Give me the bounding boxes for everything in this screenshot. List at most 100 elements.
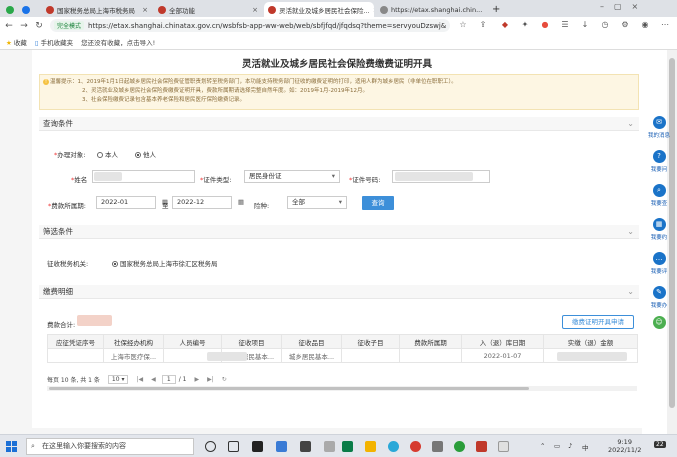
side-check[interactable]: ⌕ 我要查 <box>645 184 673 207</box>
address-bar[interactable]: 完全模式 https://etax.shanghai.chinatax.gov.… <box>50 19 450 32</box>
calendar-icon: ▦ <box>652 218 666 231</box>
redacted-name <box>94 172 122 181</box>
radio-button-selected[interactable] <box>135 152 141 158</box>
more-icon[interactable]: ⋯ <box>660 20 670 30</box>
forward-icon[interactable]: → <box>18 21 30 31</box>
close-tab-icon[interactable]: × <box>139 6 148 14</box>
tax-logo-icon <box>268 5 276 14</box>
side-my-messages[interactable]: ✉ 我的消息 <box>645 116 673 139</box>
assistant-robot-icon[interactable]: ☺ <box>645 316 673 331</box>
profile-icon[interactable]: ◉ <box>640 20 650 30</box>
insurance-label: 险种: <box>254 202 270 210</box>
bookmark-import[interactable]: 您还没有收藏，点击导入! <box>81 37 155 47</box>
tab-etax[interactable]: https://etax.shanghai.chin...× <box>376 2 484 17</box>
question-icon: ? <box>652 150 666 163</box>
reload-icon[interactable]: ↻ <box>33 21 45 31</box>
star-icon: ★ <box>6 38 12 47</box>
app-icon[interactable] <box>432 441 443 452</box>
task-view-icon[interactable] <box>228 441 239 452</box>
notification-badge[interactable]: 22 <box>654 441 666 448</box>
close-tab-icon[interactable]: × <box>370 6 374 14</box>
doc-no-label: *证件号码: <box>349 176 381 184</box>
bookmarks-bar: ★ 收藏 ▯ 手机收藏夹 您还没有收藏，点击导入! <box>0 34 677 50</box>
period-label: *费款所属期: <box>48 202 86 210</box>
new-tab-button[interactable]: + <box>488 2 500 17</box>
record-icon[interactable]: ● <box>540 20 550 30</box>
app-icon[interactable] <box>498 441 509 452</box>
dropdown-arrow-icon: ▾ <box>331 172 335 180</box>
period-to-input[interactable]: 2022-12 ▦ <box>172 196 244 209</box>
security-badge[interactable]: 完全模式 <box>54 21 85 30</box>
browser-icon[interactable] <box>454 441 465 452</box>
collections-icon[interactable]: ☰ <box>560 20 570 30</box>
period-separator: 至 <box>162 202 169 210</box>
history-icon[interactable]: ◷ <box>600 20 610 30</box>
browser-icon[interactable] <box>410 441 421 452</box>
doc-type-select[interactable]: 居民身份证 ▾ <box>244 170 340 183</box>
puzzle-icon[interactable]: ✦ <box>520 20 530 30</box>
file-explorer-icon[interactable] <box>365 441 376 452</box>
dropdown-arrow-icon: ▾ <box>338 198 342 206</box>
radio-other[interactable]: 他人 <box>135 149 156 159</box>
chevron-down-icon[interactable]: ⌄ <box>627 117 634 131</box>
tab-tax-bureau[interactable]: 国家税务总局上海市税务局 × <box>42 2 152 17</box>
share-icon[interactable]: ⇪ <box>478 20 488 30</box>
search-icon: ⌕ <box>31 442 35 450</box>
notice-line: 2、灵活就业及城乡居民社会保险费缴费证明开具，费款所属期请选择完整自然年度。如：… <box>82 88 368 94</box>
edit-icon: ✎ <box>652 286 666 299</box>
chevron-up-icon[interactable]: ⌃ <box>540 442 545 450</box>
tab-social-insurance[interactable]: 灵活就业及城乡居民社会保险...× <box>264 2 374 17</box>
url-text[interactable]: https://etax.shanghai.chinatax.gov.cn/ws… <box>88 22 446 30</box>
radio-button[interactable] <box>97 152 103 158</box>
period-from-input[interactable]: 2022-01 ▦ <box>96 196 168 209</box>
app-icon[interactable] <box>276 441 287 452</box>
star-icon[interactable]: ☆ <box>458 20 468 30</box>
bookmark-mobile[interactable]: ▯ 手机收藏夹 <box>35 37 73 47</box>
app-icon[interactable] <box>476 441 487 452</box>
cortana-icon[interactable] <box>205 441 216 452</box>
phone-icon: ▯ <box>34 38 39 47</box>
app-icon[interactable] <box>342 441 353 452</box>
edge-icon[interactable] <box>388 441 399 452</box>
redacted-id <box>395 172 473 181</box>
ime-icon[interactable]: 中 <box>582 442 589 452</box>
app-icon[interactable] <box>324 441 335 452</box>
download-icon[interactable]: ↓ <box>580 20 590 30</box>
close-tab-icon[interactable]: × <box>249 6 258 14</box>
taskbar-search-input[interactable]: ⌕ 在这里输入你要搜索的内容 <box>26 438 194 455</box>
radio-self[interactable]: 本人 <box>97 149 118 159</box>
extension-icon[interactable]: ◆ <box>500 20 510 30</box>
target-label: *办理对象: <box>54 151 86 159</box>
app-icon[interactable] <box>300 441 311 452</box>
side-review[interactable]: … 我要评 <box>645 252 673 275</box>
bookmark-favorites[interactable]: ★ 收藏 <box>6 37 27 47</box>
back-icon[interactable]: ← <box>3 21 15 31</box>
query-section-header[interactable]: 查询条件 ⌄ <box>39 117 639 131</box>
window-controls[interactable]: –▢× <box>600 2 648 11</box>
insurance-select[interactable]: 全部 ▾ <box>287 196 347 209</box>
close-tab-icon[interactable]: × <box>482 6 484 14</box>
search-icon: ⌕ <box>652 184 666 197</box>
page-icon <box>380 5 388 14</box>
info-icon: ! <box>43 79 49 85</box>
tax-logo-icon <box>46 5 54 14</box>
network-icon[interactable]: ▭ <box>554 442 560 450</box>
side-handle[interactable]: ✎ 我要办 <box>645 286 673 309</box>
query-button[interactable]: 查询 <box>362 196 394 210</box>
app-icon[interactable] <box>252 441 263 452</box>
name-label: *姓名 <box>71 176 88 184</box>
volume-icon[interactable]: ♪ <box>568 442 572 450</box>
browser-menu-icon[interactable] <box>2 2 16 17</box>
side-ask[interactable]: ? 我要问 <box>645 150 673 173</box>
tab-strip: 国家税务总局上海市税务局× 全部功能× 灵活就业及城乡居民社会保险...× ht… <box>0 0 677 17</box>
taskbar: ⌕ 在这里输入你要搜索的内容 ⌃ ▭ ♪ 中 9:19 2022/11/2 22 <box>0 434 677 457</box>
windows-start-icon[interactable] <box>6 441 17 452</box>
system-tray: ⌃ ▭ ♪ 中 9:19 2022/11/2 22 <box>540 438 677 455</box>
message-icon: ✉ <box>652 116 666 129</box>
notice-line: 温馨提示：1、2019年1月1日起城乡居民社会保险费征管职责划转至税务部门，本功… <box>50 79 457 85</box>
tab-pinned-icon[interactable] <box>18 2 30 17</box>
settings-icon[interactable]: ⚙ <box>620 20 630 30</box>
side-appointment[interactable]: ▦ 我要约 <box>645 218 673 241</box>
clock[interactable]: 9:19 2022/11/2 <box>608 438 641 454</box>
tab-all-functions[interactable]: 全部功能 × <box>154 2 262 17</box>
